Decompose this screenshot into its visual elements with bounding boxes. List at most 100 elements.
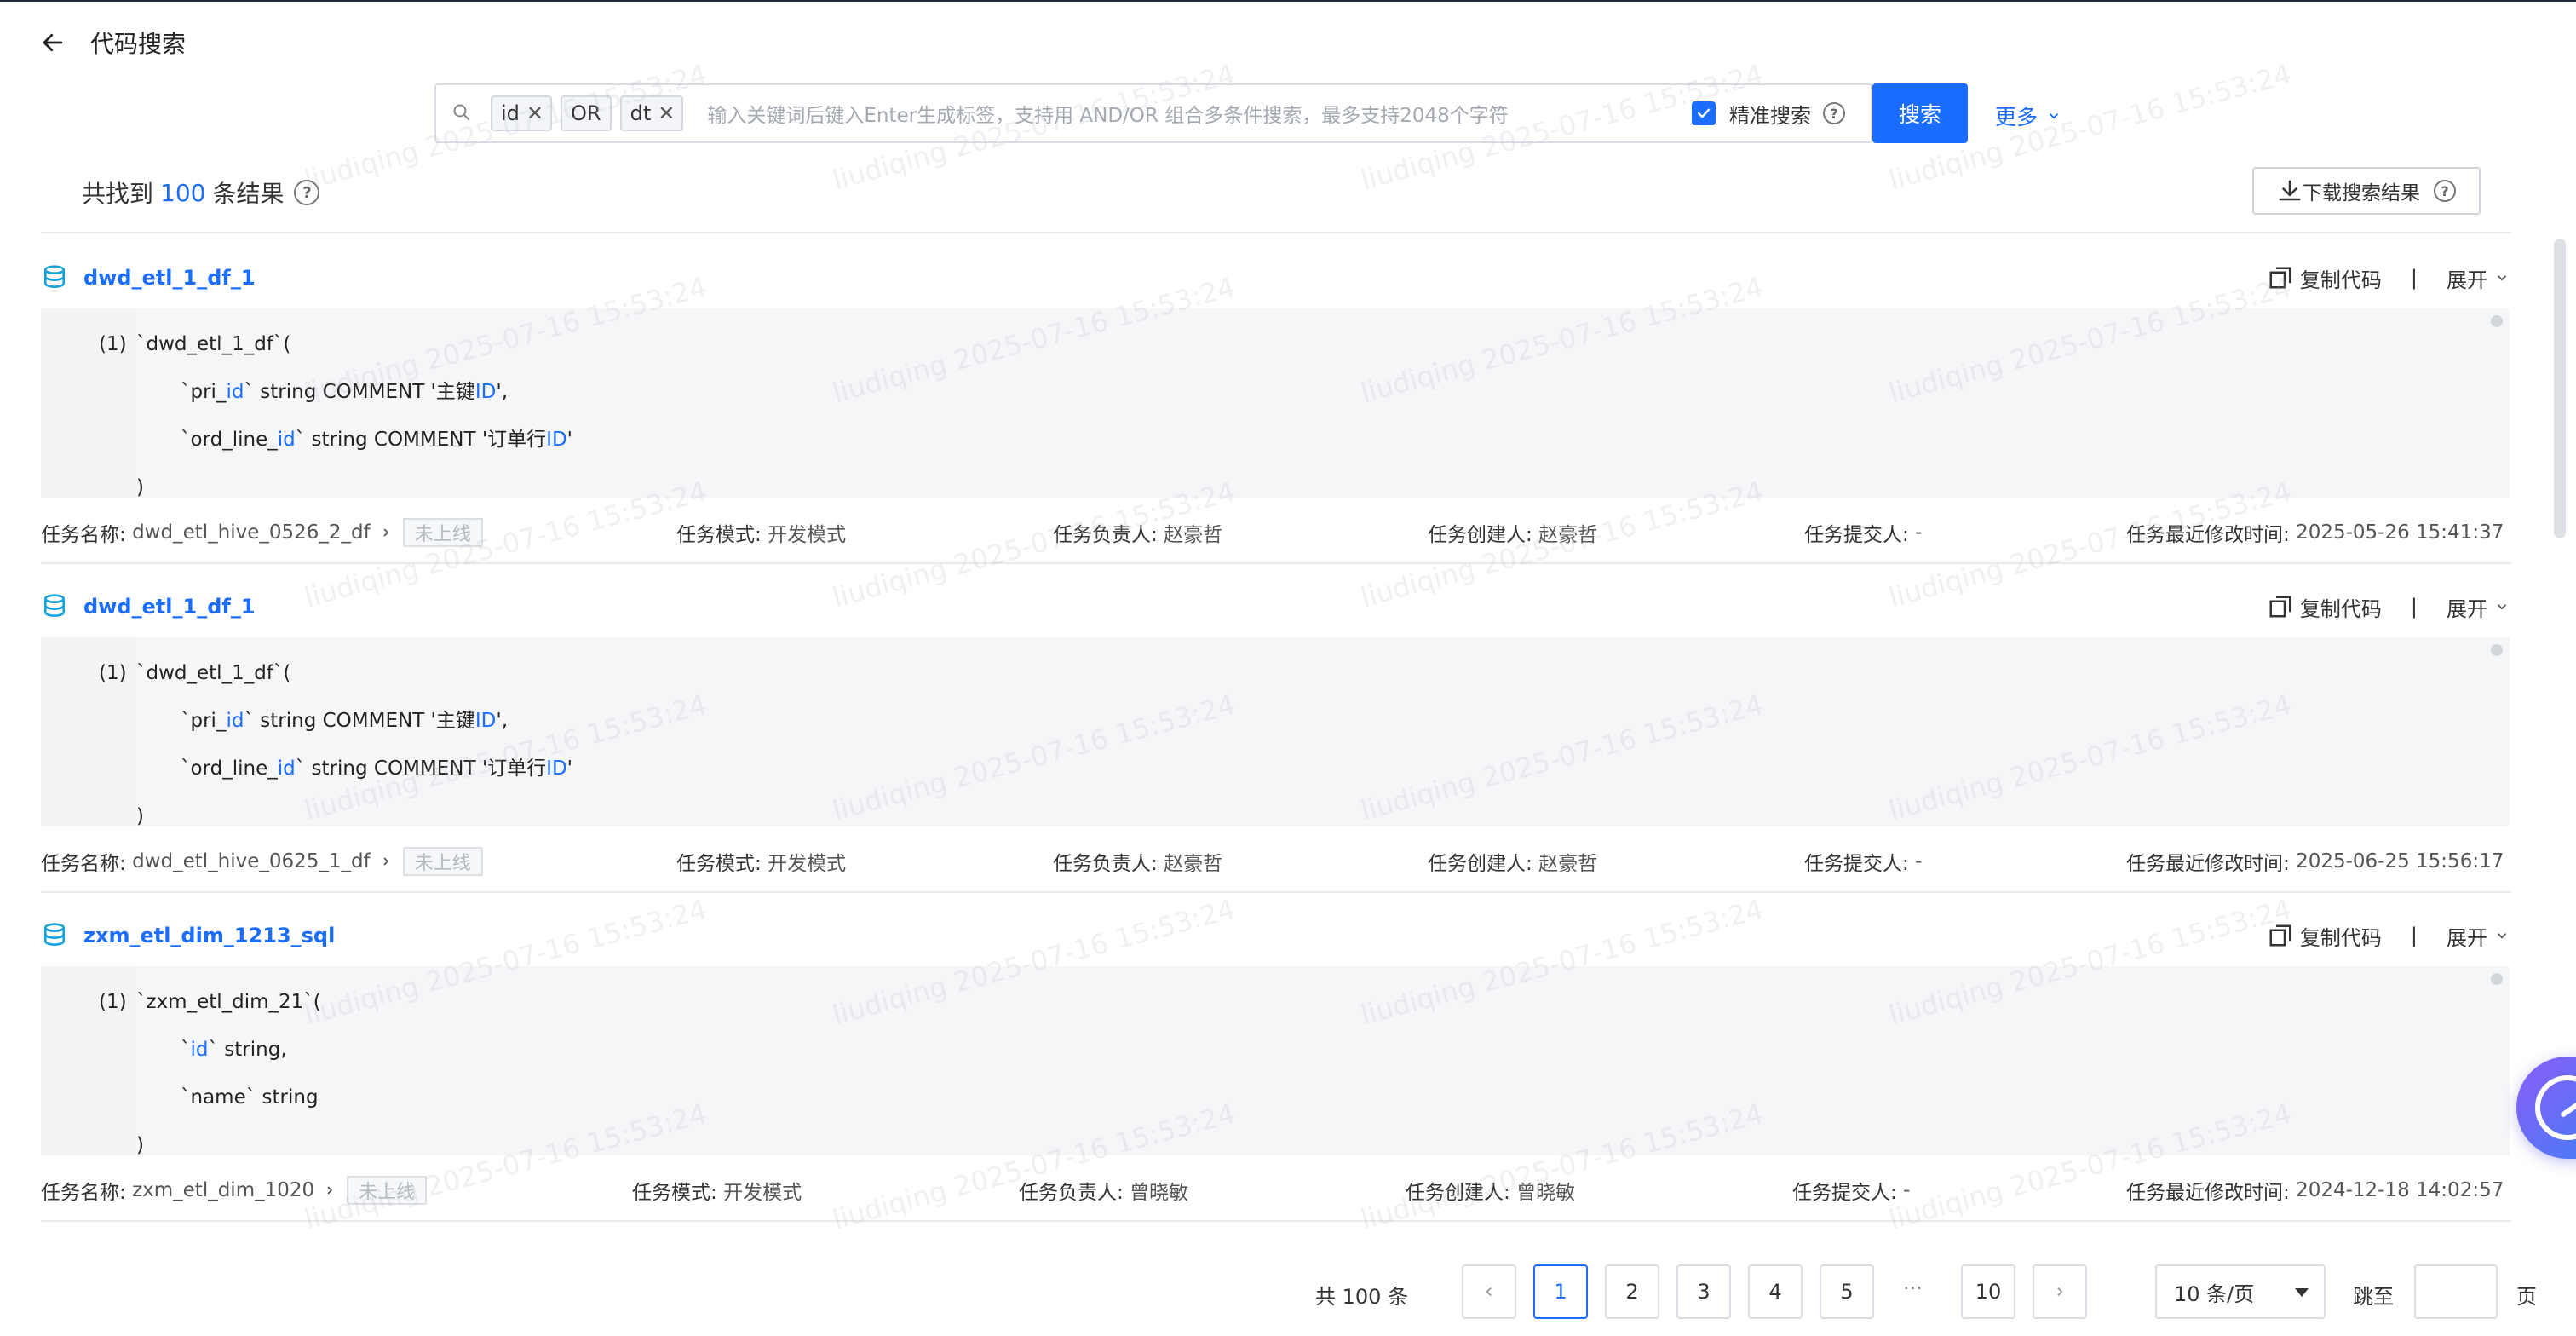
code-text: `ord_line_ [181,429,278,451]
code-line-number: (1) [99,662,127,684]
expand-label: 展开 [2447,596,2487,621]
code-line-number: (1) [99,333,127,355]
jump-page-input[interactable] [2414,1264,2498,1319]
chevron-down-icon [2497,604,2507,610]
copy-code-button[interactable]: 复制代码 [2300,263,2382,293]
code-text: ` string COMMENT '主键 [244,710,475,732]
expand-button[interactable]: 展开 [2447,592,2510,622]
action-divider: | [2410,595,2418,619]
code-text: ' [566,757,572,780]
pagination-ellipsis[interactable]: ··· [1903,1276,1923,1300]
code-scroll-indicator[interactable] [2491,973,2503,985]
copy-code-button[interactable]: 复制代码 [2300,921,2382,951]
result-meta-row: 任务名称: dwd_etl_hive_0526_2_df 未上线 任务模式: 开发模… [41,498,2510,566]
caret-down-icon [2295,1288,2309,1297]
tag-label: id [501,101,520,125]
page-button-5[interactable]: 5 [1820,1264,1874,1319]
top-border [0,0,2576,2]
result-title-link[interactable]: dwd_etl_1_df_1 [83,266,256,290]
code-text: ` [181,1039,191,1061]
code-highlight: ID [546,429,567,451]
code-text: `pri_ [181,381,227,403]
meta-task-mode: 任务模式: 开发模式 [676,847,846,876]
meta-label: 任务模式: [676,524,762,546]
copy-icon[interactable] [2268,923,2293,948]
meta-value: 曾晓敏 [1130,1182,1189,1204]
chevron-down-icon [2046,104,2061,129]
question-icon[interactable]: ? [1823,102,1845,124]
search-tag-id[interactable]: id ✕ [491,95,553,131]
precise-search-label: 精准搜索 [1729,103,1811,128]
search-tag-dt[interactable]: dt ✕ [619,95,684,131]
precise-search-checkbox[interactable] [1692,101,1716,125]
code-text: ' [566,429,572,451]
chevron-right-icon[interactable] [379,855,393,868]
code-highlight: id [226,381,244,403]
back-arrow-icon[interactable] [37,27,68,58]
code-line-text: `ord_line_id` string COMMENT '订单行ID' [181,745,572,792]
code-line-text: `ord_line_id` string COMMENT '订单行ID' [181,416,572,464]
page-button-1[interactable]: 1 [1533,1264,1588,1319]
page-scrollbar[interactable] [2554,239,2566,538]
copy-icon[interactable] [2268,265,2293,291]
code-text: `dwd_etl_1_df`( [136,333,291,355]
search-icon [451,102,474,124]
meta-label: 任务最近修改时间: [2126,1182,2290,1204]
next-page-button[interactable] [2033,1264,2087,1319]
task-name-link[interactable]: zxm_etl_dim_1020 [132,1179,314,1201]
search-tag-operator[interactable]: OR [561,95,612,131]
prev-page-button[interactable] [1462,1264,1516,1319]
chevron-right-icon[interactable] [323,1183,336,1197]
assistant-float-icon[interactable] [2516,1057,2576,1159]
copy-code-button[interactable]: 复制代码 [2300,592,2382,622]
tag-remove-icon[interactable]: ✕ [658,101,675,125]
tag-remove-icon[interactable]: ✕ [526,101,543,125]
precise-search-toggle[interactable]: 精准搜索 ? [1692,99,1845,129]
copy-icon[interactable] [2268,594,2293,619]
task-name-link[interactable]: dwd_etl_hive_0625_1_df [132,850,371,872]
result-count-number: 100 [160,178,206,207]
result-header: dwd_etl_1_df_1 复制代码 | 展开 [41,581,2510,632]
result-header: dwd_etl_1_df_1 复制代码 | 展开 [41,252,2510,303]
meta-creator: 任务创建人: 曾晓敏 [1406,1176,1575,1205]
status-badge: 未上线 [402,518,483,547]
result-actions: 复制代码 | 展开 [2268,581,2510,632]
status-badge: 未上线 [402,847,483,876]
question-icon[interactable]: ? [2434,180,2456,202]
search-result-card: dwd_etl_1_df_1 复制代码 | 展开 (1) `dwd_etl_1_df`(`… [41,581,2510,895]
search-button[interactable]: 搜索 [1872,84,1968,143]
search-input[interactable]: 输入关键词后键入Enter生成标签，支持用 AND/OR 组合多条件搜索，最多支… [707,99,1692,128]
meta-label: 任务负责人: [1019,1182,1124,1204]
page-button-10[interactable]: 10 [1961,1264,2015,1319]
code-scroll-indicator[interactable] [2491,315,2503,327]
page-button-4[interactable]: 4 [1748,1264,1803,1319]
code-snippet: (1) `dwd_etl_1_df`(`pri_id` string COMMEN… [41,637,2510,827]
page-button-3[interactable]: 3 [1676,1264,1731,1319]
result-title-link[interactable]: zxm_etl_dim_1213_sql [83,924,335,947]
meta-value: 赵豪哲 [1538,853,1598,875]
more-dropdown[interactable]: 更多 [1995,101,2061,131]
result-meta-row: 任务名称: zxm_etl_dim_1020 未上线 任务模式: 开发模式 任务负责人… [41,1155,2510,1224]
task-name-link[interactable]: dwd_etl_hive_0526_2_df [132,521,371,544]
code-scroll-indicator[interactable] [2491,644,2503,656]
meta-task-name: 任务名称: dwd_etl_hive_0625_1_df 未上线 [41,847,483,876]
meta-submitter: 任务提交人: - [1792,1176,1910,1205]
chevron-right-icon[interactable] [379,526,393,539]
page-button-2[interactable]: 2 [1605,1264,1659,1319]
download-results-button[interactable]: 下载搜索结果 ? [2252,167,2481,215]
meta-modified: 任务最近修改时间: 2025-05-26 15:41:37 [2126,518,2504,547]
jump-label: 跳至 [2353,1285,2394,1309]
meta-task-mode: 任务模式: 开发模式 [676,518,846,547]
result-meta-row: 任务名称: dwd_etl_hive_0625_1_df 未上线 任务模式: 开发模… [41,826,2510,895]
result-title-link[interactable]: dwd_etl_1_df_1 [83,595,256,619]
meta-value: 2025-06-25 15:56:17 [2296,850,2504,872]
expand-button[interactable]: 展开 [2447,921,2510,951]
meta-owner: 任务负责人: 赵豪哲 [1053,847,1222,876]
page-size-select[interactable]: 10 条/页 [2155,1264,2326,1319]
meta-submitter: 任务提交人: - [1804,518,1922,547]
meta-value: 赵豪哲 [1164,524,1223,546]
search-bar[interactable]: id ✕ OR dt ✕ 输入关键词后键入Enter生成标签，支持用 AND/O… [434,84,1872,143]
question-icon[interactable]: ? [294,180,320,205]
expand-button[interactable]: 展开 [2447,263,2510,293]
database-icon [44,265,65,289]
